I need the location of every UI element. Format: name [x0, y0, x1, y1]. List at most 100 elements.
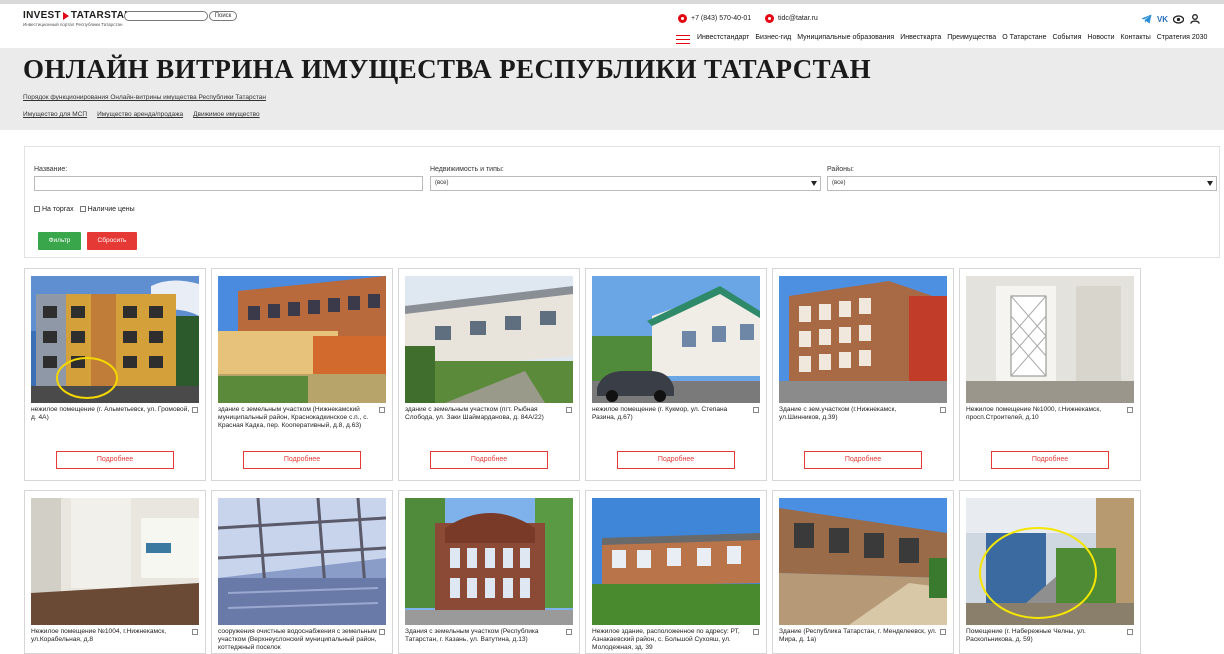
property-photo[interactable] — [405, 276, 573, 403]
main-nav: Инвестстандарт Бизнес-гид Муниципальные … — [697, 34, 1207, 41]
district-select-value: (все) — [832, 180, 846, 186]
property-photo[interactable] — [966, 276, 1134, 403]
details-button[interactable]: Подробнее — [617, 451, 735, 469]
property-photo[interactable] — [779, 498, 947, 625]
logo-tagline: Инвестиционный портал Республики Татарст… — [23, 22, 123, 27]
compare-checkbox[interactable] — [1127, 407, 1133, 413]
compare-checkbox[interactable] — [566, 629, 572, 635]
compare-checkbox[interactable] — [192, 629, 198, 635]
reset-button[interactable]: Сбросить — [87, 232, 137, 250]
property-photo[interactable] — [592, 276, 760, 403]
type-select-value: (все) — [435, 180, 449, 186]
filter-button[interactable]: Фильтр — [38, 232, 81, 250]
page-title: ОНЛАЙН ВИТРИНА ИМУЩЕСТВА РЕСПУБЛИКИ ТАТА… — [23, 54, 872, 84]
nav-item[interactable]: Инвестстандарт — [697, 34, 749, 41]
search-input[interactable] — [124, 11, 208, 21]
category-links: Имущество для МСП Имущество аренда/прода… — [23, 111, 260, 118]
nav-item[interactable]: Бизнес-гид — [755, 34, 791, 41]
menu-burger-icon[interactable] — [676, 35, 690, 44]
category-link-msp[interactable]: Имущество для МСП — [23, 111, 87, 118]
email-contact[interactable]: tidc@tatar.ru — [765, 14, 818, 23]
logo-word-invest: INVEST — [23, 10, 61, 21]
property-caption: здание с земельным участком (Нижнекамски… — [218, 406, 369, 430]
type-label: Недвижимость и типы: — [430, 166, 504, 173]
name-label: Название: — [34, 166, 68, 173]
property-card: Нежилое помещение №1000, г.Нижнекамск, п… — [959, 268, 1141, 481]
category-link-movable[interactable]: Движимое имущество — [193, 111, 260, 118]
nav-item[interactable]: Инвесткарта — [900, 34, 941, 41]
nav-item[interactable]: Стратегия 2030 — [1157, 34, 1208, 41]
user-icon[interactable] — [1189, 14, 1200, 24]
property-caption: Помещение (г. Набережные Челны, ул. Раск… — [966, 628, 1086, 644]
district-label: Районы: — [827, 166, 854, 173]
site-logo[interactable]: INVEST TATARSTAN Инвестиционный портал Р… — [23, 10, 132, 27]
compare-checkbox[interactable] — [940, 629, 946, 635]
property-photo[interactable] — [218, 276, 386, 403]
property-caption: нежилое помещение (г. Альметьевск, ул. Г… — [31, 406, 190, 422]
chevron-down-icon — [1207, 181, 1213, 186]
phone-icon — [678, 14, 687, 23]
property-photo[interactable] — [966, 498, 1134, 625]
search-button[interactable]: Поиск — [209, 11, 237, 21]
compare-checkbox[interactable] — [940, 407, 946, 413]
nav-item[interactable]: Контакты — [1121, 34, 1151, 41]
property-card: Помещение (г. Набережные Челны, ул. Раск… — [959, 490, 1141, 654]
property-caption: нежилое помещение (г. Кукмор, ул. Степан… — [592, 406, 728, 422]
compare-checkbox[interactable] — [192, 407, 198, 413]
nav-item[interactable]: События — [1052, 34, 1081, 41]
property-card: Здание с зем.участком (г.Нижнекамск, ул.… — [772, 268, 954, 481]
checkbox-torgi[interactable]: На торгах — [34, 206, 74, 213]
compare-checkbox[interactable] — [753, 407, 759, 413]
district-select[interactable]: (все) — [827, 176, 1217, 191]
email-address: tidc@tatar.ru — [778, 15, 818, 22]
category-link-rent-sale[interactable]: Имущество аренда/продажа — [97, 111, 183, 118]
property-card: здание с земельным участком (Нижнекамски… — [211, 268, 393, 481]
property-caption: сооружения очистные водоснабжения с земе… — [218, 628, 377, 652]
logo-flag-icon — [62, 11, 69, 20]
property-photo[interactable] — [405, 498, 573, 625]
nav-item[interactable]: Преимущества — [947, 34, 996, 41]
details-button[interactable]: Подробнее — [991, 451, 1109, 469]
property-card: Здания с земельным участком (Республика … — [398, 490, 580, 654]
property-card: Нежилое помещение №1004, г.Нижнекамск, у… — [24, 490, 206, 654]
property-caption: Нежилое помещение №1000, г.Нижнекамск, п… — [966, 406, 1102, 422]
details-button[interactable]: Подробнее — [243, 451, 361, 469]
property-photo[interactable] — [592, 498, 760, 625]
site-header: INVEST TATARSTAN Инвестиционный портал Р… — [0, 4, 1224, 48]
compare-checkbox[interactable] — [566, 407, 572, 413]
property-card: нежилое помещение (г. Кукмор, ул. Степан… — [585, 268, 767, 481]
eye-icon[interactable] — [1173, 14, 1184, 24]
property-card: Здание (Республика Татарстан, г. Менделе… — [772, 490, 954, 654]
property-card: здание с земельным участком (пгт. Рыбная… — [398, 268, 580, 481]
filter-panel: Название: Недвижимость и типы: (все) Рай… — [24, 146, 1220, 258]
phone-number: +7 (843) 570-40-01 — [691, 15, 752, 22]
email-icon — [765, 14, 774, 23]
compare-checkbox[interactable] — [1127, 629, 1133, 635]
telegram-icon[interactable] — [1141, 14, 1152, 24]
compare-checkbox[interactable] — [753, 629, 759, 635]
compare-checkbox[interactable] — [379, 407, 385, 413]
order-link[interactable]: Порядок функционирования Онлайн-витрины … — [23, 94, 266, 101]
property-photo[interactable] — [779, 276, 947, 403]
phone-contact[interactable]: +7 (843) 570-40-01 — [678, 14, 751, 23]
nav-item[interactable]: О Татарстане — [1002, 34, 1046, 41]
name-input[interactable] — [34, 176, 423, 191]
nav-item[interactable]: Новости — [1087, 34, 1114, 41]
property-card: сооружения очистные водоснабжения с земе… — [211, 490, 393, 654]
vk-icon[interactable]: VK — [1157, 14, 1168, 24]
property-caption: Нежилое помещение №1004, г.Нижнекамск, у… — [31, 628, 167, 644]
details-button[interactable]: Подробнее — [56, 451, 174, 469]
details-button[interactable]: Подробнее — [430, 451, 548, 469]
property-photo[interactable] — [31, 276, 199, 403]
checkbox-price[interactable]: Наличие цены — [79, 206, 135, 213]
property-photo[interactable] — [218, 498, 386, 625]
property-caption: здание с земельным участком (пгт. Рыбная… — [405, 406, 544, 422]
property-caption: Здание с зем.участком (г.Нижнекамск, ул.… — [779, 406, 897, 422]
property-photo[interactable] — [31, 498, 199, 625]
details-button[interactable]: Подробнее — [804, 451, 922, 469]
hero-band: ОНЛАЙН ВИТРИНА ИМУЩЕСТВА РЕСПУБЛИКИ ТАТА… — [0, 48, 1224, 130]
nav-item[interactable]: Муниципальные образования — [797, 34, 894, 41]
property-caption: Нежилое здание, расположенное по адресу:… — [592, 628, 740, 652]
type-select[interactable]: (все) — [430, 176, 821, 191]
compare-checkbox[interactable] — [379, 629, 385, 635]
